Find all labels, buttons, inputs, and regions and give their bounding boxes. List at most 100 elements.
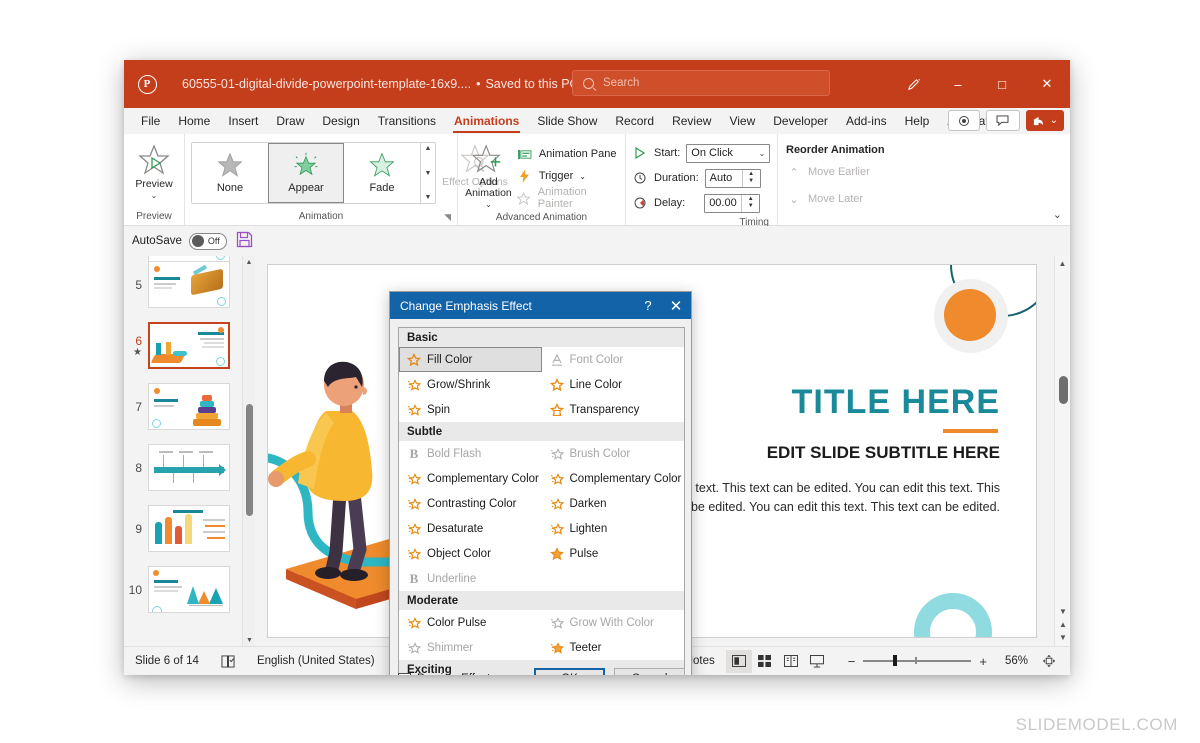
animation-fade[interactable]: Fade xyxy=(344,143,420,203)
animation-pane-button[interactable]: Animation Pane xyxy=(517,143,619,165)
autosave-control[interactable]: AutoSave Off xyxy=(132,232,227,250)
thumbnail-row-10[interactable]: 10 xyxy=(124,559,255,620)
search-input[interactable]: Search xyxy=(572,70,830,96)
effect-list[interactable]: Basic Fill Color Font Color Grow/Shrink xyxy=(398,327,685,675)
thumbnail-scroll-thumb[interactable] xyxy=(246,404,253,516)
thumbnail-row-8[interactable]: 8 xyxy=(124,437,255,498)
effect-complementary-color[interactable]: Complementary Color xyxy=(399,466,542,491)
pen-icon[interactable] xyxy=(892,60,936,108)
effect-contrasting-color[interactable]: Contrasting Color xyxy=(399,491,542,516)
dialog-close-button[interactable]: ✕ xyxy=(661,297,691,315)
slide-scroll-down-icon[interactable]: ▼ xyxy=(1055,605,1070,618)
tab-review[interactable]: Review xyxy=(663,109,720,133)
thumbnail-10[interactable] xyxy=(148,566,230,613)
change-emphasis-effect-dialog[interactable]: Change Emphasis Effect ? ✕ Basic Fill Co… xyxy=(389,291,692,675)
zoom-slider[interactable]: − + xyxy=(840,654,995,669)
effect-pulse[interactable]: Pulse xyxy=(542,541,685,566)
effect-lighten[interactable]: Lighten xyxy=(542,516,685,541)
thumbnail-row-9[interactable]: 9 xyxy=(124,498,255,559)
effect-brush-color[interactable]: Brush Color xyxy=(542,441,685,466)
tab-slide-show[interactable]: Slide Show xyxy=(528,109,606,133)
animation-gallery-scroll[interactable]: ▲ ▼ ▼ xyxy=(420,143,435,203)
effect-teeter[interactable]: Teeter xyxy=(542,635,685,660)
effect-underline[interactable]: B Underline xyxy=(399,566,542,591)
thumbnail-row-6[interactable]: 6 ★ xyxy=(124,315,255,376)
trigger-button[interactable]: Trigger ⌄ xyxy=(517,165,619,187)
thumbnail-8[interactable] xyxy=(148,444,230,491)
preview-caret-icon[interactable]: ⌄ xyxy=(151,191,158,200)
delay-spinner[interactable]: ▲ ▼ xyxy=(741,194,759,212)
effect-complementary-color-2[interactable]: Complementary Color 2 xyxy=(542,466,684,491)
slide-scrollbar[interactable]: ▲ ▼ ▲ ▼ xyxy=(1054,256,1070,646)
slide-sorter-view-button[interactable] xyxy=(752,650,778,673)
tab-developer[interactable]: Developer xyxy=(764,109,837,133)
add-animation-caret-icon[interactable]: ⌄ xyxy=(485,200,492,209)
trigger-caret-icon[interactable]: ⌄ xyxy=(579,172,586,181)
effect-desaturate[interactable]: Desaturate xyxy=(399,516,542,541)
effect-font-color[interactable]: Font Color xyxy=(542,347,685,372)
gallery-scroll-up-icon[interactable]: ▲ xyxy=(425,144,432,153)
tab-transitions[interactable]: Transitions xyxy=(369,109,445,133)
fit-to-window-icon[interactable] xyxy=(1036,650,1062,673)
slide-show-view-button[interactable] xyxy=(804,650,830,673)
close-button[interactable]: ✕ xyxy=(1024,60,1070,108)
thumbnail-scroll-down-icon[interactable]: ▼ xyxy=(243,634,255,646)
tab-view[interactable]: View xyxy=(720,109,764,133)
thumbnail-scrollbar[interactable]: ▲ ▼ xyxy=(242,256,255,646)
ok-button[interactable]: OK xyxy=(534,668,605,675)
thumbnail-5[interactable] xyxy=(148,261,230,308)
duration-stepper[interactable]: Auto ▲ ▼ xyxy=(704,168,761,188)
animation-dialog-launcher[interactable]: ◥ xyxy=(444,211,451,224)
zoom-level[interactable]: 56% xyxy=(1005,655,1028,667)
maximize-button[interactable]: □ xyxy=(980,60,1024,108)
zoom-out-button[interactable]: − xyxy=(840,654,864,669)
animation-none[interactable]: None xyxy=(192,143,268,203)
thumbnail-6[interactable] xyxy=(148,322,230,369)
thumbnail-row-5[interactable]: 5 xyxy=(124,256,255,315)
tab-design[interactable]: Design xyxy=(313,109,368,133)
thumbnail-7[interactable] xyxy=(148,383,230,430)
checkbox-box[interactable] xyxy=(398,672,411,675)
thumbnail-row-7[interactable]: 7 xyxy=(124,376,255,437)
slide-scroll-up-icon[interactable]: ▲ xyxy=(1055,256,1070,270)
zoom-track[interactable] xyxy=(863,655,972,667)
cancel-button[interactable]: Cancel xyxy=(614,668,685,675)
tab-record[interactable]: Record xyxy=(606,109,663,133)
zoom-in-button[interactable]: + xyxy=(971,654,995,669)
effect-transparency[interactable]: Transparency xyxy=(542,397,685,422)
autosave-toggle[interactable]: Off xyxy=(188,232,227,250)
normal-view-button[interactable] xyxy=(725,649,752,673)
preview-button[interactable]: Preview ⌄ xyxy=(130,140,178,200)
slide-counter[interactable]: Slide 6 of 14 xyxy=(124,650,210,673)
add-animation-button[interactable]: Add Animation ⌄ xyxy=(464,140,513,209)
effect-object-color[interactable]: Object Color xyxy=(399,541,542,566)
slide-thumbnail-pane[interactable]: 5 6 ★ 7 8 9 10 ▲ ▼ xyxy=(124,256,255,646)
effect-grow-with-color[interactable]: Grow With Color xyxy=(542,610,685,635)
share-button[interactable]: ⌄ xyxy=(1025,110,1064,131)
thumbnail-9[interactable] xyxy=(148,505,230,552)
tab-animations[interactable]: Animations xyxy=(445,109,528,133)
thumbnail-scroll-up-icon[interactable]: ▲ xyxy=(243,256,255,268)
preview-effect-checkbox[interactable]: Preview Effect xyxy=(398,672,490,675)
comment-icon[interactable] xyxy=(985,110,1020,131)
tab-home[interactable]: Home xyxy=(169,109,219,133)
tab-help[interactable]: Help xyxy=(896,109,939,133)
language-status[interactable]: English (United States) xyxy=(246,650,386,673)
effect-darken[interactable]: Darken xyxy=(542,491,685,516)
dialog-help-button[interactable]: ? xyxy=(635,298,661,313)
slide-scroll-thumb[interactable] xyxy=(1059,376,1068,404)
previous-slide-button[interactable]: ▲ xyxy=(1055,618,1070,631)
effect-grow-shrink[interactable]: Grow/Shrink xyxy=(399,372,542,397)
tab-draw[interactable]: Draw xyxy=(267,109,313,133)
move-earlier-button[interactable]: ⌃ Move Earlier xyxy=(786,161,869,183)
reading-view-button[interactable] xyxy=(778,650,804,673)
start-chevron-down-icon[interactable]: ⌄ xyxy=(759,149,766,158)
effect-shimmer[interactable]: Shimmer xyxy=(399,635,542,660)
effect-line-color[interactable]: Line Color xyxy=(542,372,685,397)
duration-spinner[interactable]: ▲ ▼ xyxy=(741,169,760,187)
gallery-more-icon[interactable]: ▼ xyxy=(425,193,432,202)
effect-color-pulse[interactable]: Color Pulse xyxy=(399,610,542,635)
effect-bold-flash[interactable]: B Bold Flash xyxy=(399,441,542,466)
delay-stepper[interactable]: 00.00 ▲ ▼ xyxy=(704,193,761,213)
animation-appear[interactable]: Appear xyxy=(268,143,344,203)
